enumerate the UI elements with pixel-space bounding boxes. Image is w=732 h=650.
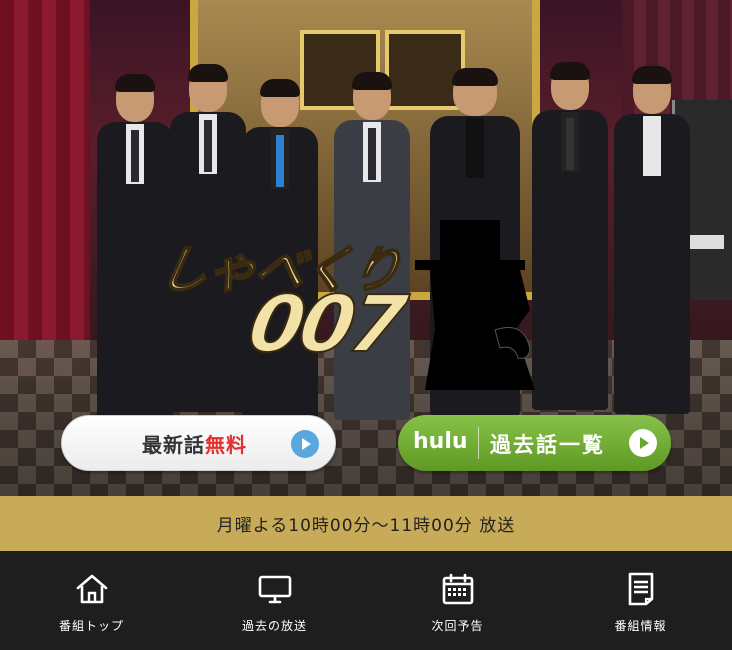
hulu-button-label: 過去話一覧 xyxy=(490,433,605,457)
nav-item-next-preview[interactable]: 次回予告 xyxy=(366,551,549,650)
hulu-past-episodes-button[interactable]: hulu 過去話一覧 xyxy=(398,415,671,471)
nav-label: 次回予告 xyxy=(431,619,484,633)
nav-item-program-info[interactable]: 番組情報 xyxy=(549,551,732,650)
button-divider xyxy=(478,427,479,459)
nav-label: 番組情報 xyxy=(614,619,667,633)
hero-banner: しゃべくり 007 最新話 無料 hulu 過去話一覧 xyxy=(0,0,732,496)
home-icon xyxy=(76,574,107,604)
bottom-nav: 番組トップ 過去の放送 次回予告 番組情報 xyxy=(0,551,732,650)
spy-silhouette-icon xyxy=(415,220,535,390)
nav-item-program-top[interactable]: 番組トップ xyxy=(0,551,183,650)
nav-label: 番組トップ xyxy=(58,619,124,633)
hulu-logo: hulu xyxy=(413,429,468,454)
curtain-left xyxy=(0,0,90,380)
document-icon xyxy=(628,572,653,606)
nav-item-past-broadcasts[interactable]: 過去の放送 xyxy=(183,551,366,650)
play-icon xyxy=(629,429,657,457)
free-button-label: 最新話 xyxy=(142,432,205,457)
monitor-icon xyxy=(258,575,291,604)
nav-label: 過去の放送 xyxy=(241,619,307,633)
show-logo: しゃべくり 007 xyxy=(153,230,410,380)
free-badge: 無料 xyxy=(205,432,247,457)
free-latest-episode-button[interactable]: 最新話 無料 xyxy=(61,415,336,471)
play-icon xyxy=(291,430,319,458)
calendar-icon xyxy=(442,573,473,605)
airtime-banner: 月曜よる10時00分～11時00分 放送 xyxy=(0,496,732,551)
cast-member xyxy=(612,66,692,436)
logo-number: 007 xyxy=(241,279,410,371)
airtime-text: 月曜よる10時00分～11時00分 放送 xyxy=(216,516,516,536)
